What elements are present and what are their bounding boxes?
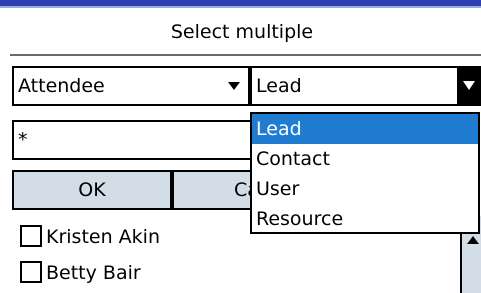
ok-button[interactable]: OK (12, 170, 172, 210)
search-input[interactable]: * (12, 120, 262, 160)
dropdown-option-resource[interactable]: Resource (252, 204, 478, 234)
chevron-down-icon (228, 82, 240, 90)
chevron-up-icon[interactable] (467, 236, 479, 244)
chevron-down-icon (463, 81, 475, 90)
list-item[interactable]: Betty Bair (20, 256, 141, 290)
dropdown-option-lead[interactable]: Lead (252, 114, 478, 144)
dropdown-option-contact[interactable]: Contact (252, 144, 478, 174)
top-bar-highlight (0, 6, 481, 8)
type-combo-value: Lead (256, 75, 302, 97)
attendee-combo-value: Attendee (18, 75, 105, 97)
dropdown-option-user[interactable]: User (252, 174, 478, 204)
checkbox-icon[interactable] (20, 225, 42, 247)
attendee-combo[interactable]: Attendee (12, 66, 250, 106)
dropdown-arrow-button[interactable] (457, 66, 481, 106)
list-item-label: Kristen Akin (46, 226, 160, 248)
dialog-title: Select multiple (170, 21, 314, 43)
list-item[interactable]: Kristen Akin (20, 220, 160, 254)
title-separator (10, 54, 481, 56)
checkbox-icon[interactable] (20, 261, 42, 283)
type-combo[interactable]: Lead (250, 66, 481, 106)
list-item-label: Betty Bair (46, 262, 141, 284)
type-dropdown-menu: Lead Contact User Resource (250, 112, 480, 234)
